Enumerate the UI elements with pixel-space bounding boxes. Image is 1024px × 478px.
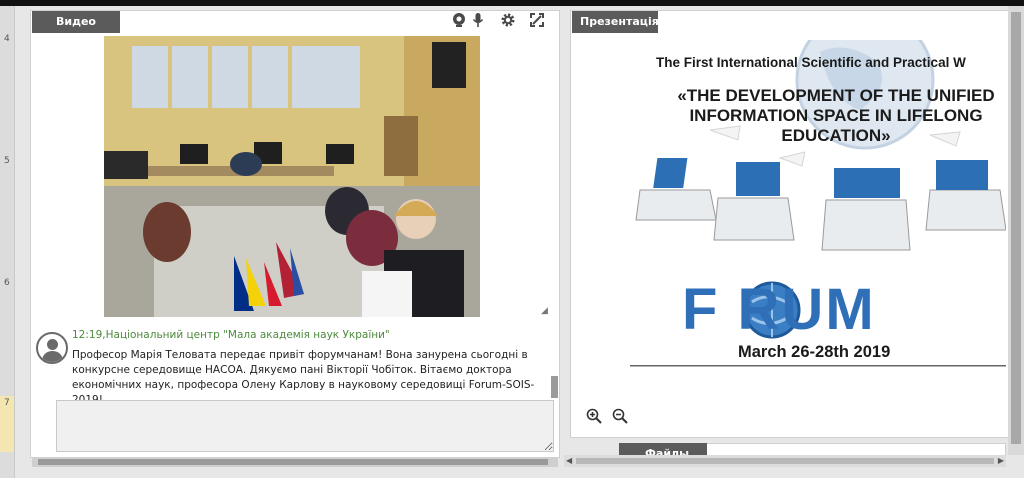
ruler-number: 4	[4, 34, 10, 44]
top-bar	[0, 0, 1024, 6]
webcam-icon[interactable]	[451, 12, 467, 28]
ruler-number: 5	[4, 156, 10, 166]
video-tab[interactable]: Видео	[32, 11, 120, 33]
presentation-tab[interactable]: Презентація	[572, 11, 659, 33]
video-stream[interactable]	[104, 36, 480, 317]
slide-title-line: EDUCATION»	[781, 126, 891, 145]
chat-meta: 12:19,Національний центр "Мала академія …	[72, 329, 390, 341]
slide-forum-word: F RUM	[682, 277, 876, 342]
video-horizontal-scrollbar[interactable]	[32, 457, 558, 467]
microphone-icon[interactable]	[470, 12, 486, 28]
chat-sender: Національний центр "Мала академія наук У…	[105, 329, 390, 341]
slide-title-line: INFORMATION SPACE IN LIFELONG	[689, 106, 983, 125]
resize-grip-icon[interactable]: ◢	[541, 306, 548, 316]
gear-icon[interactable]	[500, 12, 516, 28]
left-ruler: 4 5 6 7	[0, 6, 15, 478]
slide-title-line: «THE DEVELOPMENT OF THE UNIFIED	[677, 86, 995, 105]
ruler-number: 6	[4, 278, 10, 288]
presentation-slide: The First International Scientific and P…	[630, 40, 1006, 376]
slide-subtitle: The First International Scientific and P…	[656, 55, 966, 70]
scroll-right-icon[interactable]: ▶	[998, 455, 1004, 467]
chat-input[interactable]	[56, 400, 554, 452]
ruler-number: 7	[4, 398, 10, 408]
page-horizontal-scrollbar[interactable]: ◀ ▶	[564, 455, 1006, 467]
zoom-in-icon[interactable]	[586, 408, 602, 424]
chat-message: Професор Марія Тeловата передає привіт ф…	[72, 349, 535, 406]
chat-time: 12:19,	[72, 329, 106, 341]
avatar	[36, 332, 68, 364]
expand-icon[interactable]	[529, 12, 545, 28]
chat-scrollbar[interactable]	[551, 376, 558, 398]
zoom-out-icon[interactable]	[612, 408, 628, 424]
chat-area: 12:19,Національний центр "Мала академія …	[32, 320, 558, 456]
slide-title: «THE DEVELOPMENT OF THE UNIFIED INFORMAT…	[646, 86, 1006, 146]
page-vertical-scrollbar[interactable]	[1008, 6, 1024, 455]
slide-dates: March 26-28th 2019	[738, 343, 891, 361]
scroll-left-icon[interactable]: ◀	[566, 455, 572, 467]
